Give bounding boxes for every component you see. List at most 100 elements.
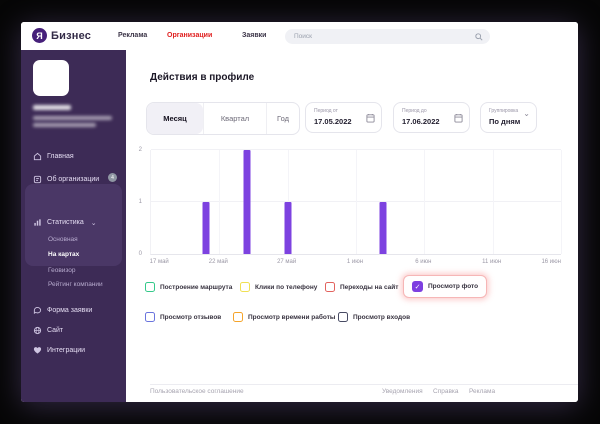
legend-item-perehody-na-sait[interactable]: Переходы на сайт xyxy=(325,282,398,292)
bar[interactable] xyxy=(284,202,292,254)
topbar: Я Бизнес Реклама Организации Заявки xyxy=(21,22,578,50)
legend-item-prosmotr-vremeni-raboty[interactable]: Просмотр времени работы xyxy=(233,312,335,322)
legend-label: Просмотр отзывов xyxy=(160,313,222,321)
calendar-icon[interactable] xyxy=(454,113,463,123)
logo[interactable]: Я Бизнес xyxy=(32,28,91,43)
sidebar-item-glavnaya[interactable]: Главная xyxy=(33,152,121,161)
y-tick-label: 0 xyxy=(138,251,142,257)
grouping-value: По дням xyxy=(489,117,521,126)
chart-y-axis: 0 1 2 xyxy=(132,147,146,257)
heart-icon xyxy=(33,346,42,355)
date-from-label: Период от xyxy=(314,108,338,114)
footer-divider xyxy=(150,384,578,385)
legend-label: Клики по телефону xyxy=(255,283,318,291)
search-input[interactable] xyxy=(285,33,475,40)
company-address-redacted xyxy=(33,123,96,127)
sidebar-subitem-na-kartah[interactable]: На картах xyxy=(48,251,79,258)
checkbox-unchecked[interactable] xyxy=(145,312,155,322)
sidebar-item-label: Главная xyxy=(47,153,74,160)
chevron-down-icon: ⌄ xyxy=(523,109,530,118)
sidebar-item-label: Форма заявки xyxy=(47,307,93,314)
legend-item-kliki-po-telefonu[interactable]: Клики по телефону xyxy=(240,282,317,292)
x-tick-label: 27 май xyxy=(277,259,297,265)
x-tick-label: 1 июн xyxy=(346,259,364,265)
date-to-field[interactable]: Период до 17.06.2022 xyxy=(393,102,470,133)
date-to-value: 17.06.2022 xyxy=(402,117,440,126)
date-to-label: Период до xyxy=(402,108,427,114)
tab-mesyac[interactable]: Месяц xyxy=(147,103,203,134)
gridline xyxy=(219,150,221,254)
home-icon xyxy=(33,152,42,161)
period-tab-group: Месяц Квартал Год xyxy=(146,102,300,135)
legend-label: Просмотр входов xyxy=(353,313,411,321)
sidebar-item-ob-organizacii[interactable]: Об организации 4 xyxy=(33,173,121,184)
nav-organizacii[interactable]: Организации xyxy=(167,32,212,39)
chart-icon xyxy=(33,218,42,227)
sidebar-item-label: Сайт xyxy=(47,327,64,334)
logo-text: Бизнес xyxy=(51,29,92,42)
sidebar-item-integracii[interactable]: Интеграции xyxy=(33,346,121,355)
gridline xyxy=(356,150,357,254)
sidebar-item-label: Интеграции xyxy=(47,347,86,354)
checkbox-unchecked[interactable] xyxy=(325,282,335,292)
sidebar-subitem-osnovnaya[interactable]: Основная xyxy=(48,236,78,243)
sidebar-item-sait[interactable]: Сайт xyxy=(33,326,121,335)
calendar-icon[interactable] xyxy=(366,113,375,123)
x-tick-label: 17 май xyxy=(149,259,169,265)
footer-link-help[interactable]: Справка xyxy=(433,388,459,395)
bar[interactable] xyxy=(379,202,387,254)
legend-item-prosmotr-foto-highlighted[interactable]: ✓ Просмотр фото xyxy=(403,275,488,298)
x-tick-label: 6 июн xyxy=(415,259,432,265)
yandex-logo-icon: Я xyxy=(32,28,47,43)
legend-label: Просмотр фото xyxy=(428,283,479,290)
legend-item-prosmotr-vhodov[interactable]: Просмотр входов xyxy=(338,312,410,322)
sidebar-item-label: Об организации xyxy=(47,176,100,183)
sidebar-subitem-reiting-kompanii[interactable]: Рейтинг компании xyxy=(48,281,103,288)
date-from-field[interactable]: Период от 17.05.2022 xyxy=(305,102,382,133)
checkbox-unchecked[interactable] xyxy=(338,312,348,322)
footer-link-ads[interactable]: Реклама xyxy=(469,388,495,395)
search-box[interactable] xyxy=(285,29,490,44)
checkbox-unchecked[interactable] xyxy=(233,312,243,322)
chevron-down-icon: ⌄ xyxy=(90,219,97,227)
main-content: Действия в профиле Месяц Квартал Год Пер… xyxy=(126,50,578,402)
chart-x-axis: 17 май 22 май 27 май 1 июн 6 июн 11 июн 16 июн xyxy=(149,259,561,269)
grouping-select[interactable]: Группировка По дням ⌄ xyxy=(480,102,537,133)
x-tick-label: 16 июн xyxy=(541,259,561,265)
footer-link-notifications[interactable]: Уведомления xyxy=(382,388,423,395)
date-from-value: 17.05.2022 xyxy=(314,117,352,126)
gridline xyxy=(492,150,494,254)
globe-icon xyxy=(33,326,42,335)
bar[interactable] xyxy=(202,202,210,254)
gridline xyxy=(424,150,426,254)
checkbox-unchecked[interactable] xyxy=(145,282,155,292)
legend-label: Просмотр времени работы xyxy=(248,313,336,321)
company-avatar[interactable] xyxy=(33,60,69,96)
legend-label: Переходы на сайт xyxy=(340,283,399,291)
app-window: Я Бизнес Реклама Организации Заявки Глав… xyxy=(21,22,578,402)
search-icon xyxy=(475,32,483,41)
tab-kvartal[interactable]: Квартал xyxy=(203,103,266,134)
legend-item-prosmotr-otzyvov[interactable]: Просмотр отзывов xyxy=(145,312,221,322)
legend-item-postroenie-marshruta[interactable]: Построение маршрута xyxy=(145,282,232,292)
nav-reklama[interactable]: Реклама xyxy=(118,32,147,39)
nav-zayavki[interactable]: Заявки xyxy=(242,32,266,39)
document-icon xyxy=(33,175,42,184)
sidebar-item-label: Статистика xyxy=(47,219,84,226)
chat-icon xyxy=(33,306,42,315)
tab-god[interactable]: Год xyxy=(266,103,299,134)
grouping-label: Группировка xyxy=(489,108,519,114)
gridline xyxy=(561,150,562,254)
sidebar-item-statistika[interactable]: Статистика ⌄ xyxy=(33,218,121,227)
sidebar-subitem-geovizor[interactable]: Геовизор xyxy=(48,267,76,274)
checkbox-unchecked[interactable] xyxy=(240,282,250,292)
y-tick-label: 2 xyxy=(138,147,142,153)
page-title: Действия в профиле xyxy=(150,72,255,83)
y-tick-label: 1 xyxy=(138,199,142,205)
bar[interactable] xyxy=(243,150,251,254)
footer-link-agreement[interactable]: Пользовательское соглашение xyxy=(150,388,244,395)
checkbox-checked[interactable]: ✓ xyxy=(412,281,423,292)
chart-plot xyxy=(150,149,562,255)
sidebar-item-forma-zayavki[interactable]: Форма заявки xyxy=(33,306,121,315)
company-name-redacted xyxy=(33,105,71,110)
